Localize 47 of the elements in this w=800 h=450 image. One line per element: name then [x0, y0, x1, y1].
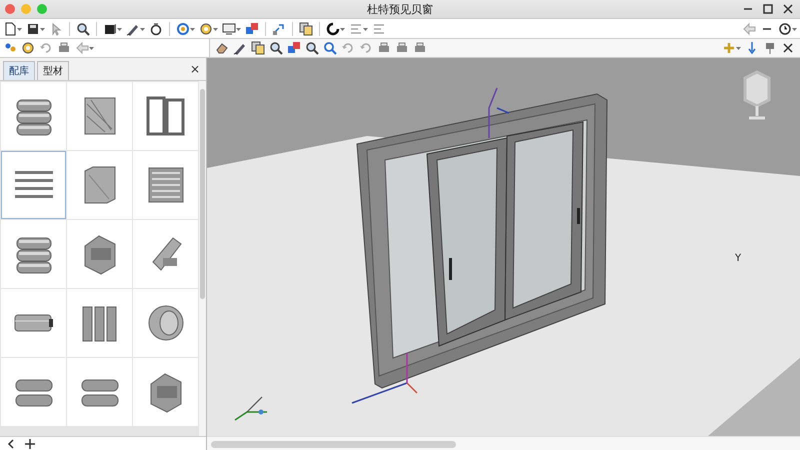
- axis-label: Y: [735, 253, 742, 264]
- library-item[interactable]: [1, 358, 66, 426]
- save-icon[interactable]: [25, 22, 46, 36]
- panel-tab[interactable]: 配库: [3, 61, 35, 80]
- library-item[interactable]: [67, 82, 132, 150]
- scrollbar[interactable]: [199, 81, 206, 436]
- close-button[interactable]: [5, 4, 15, 14]
- add-icon[interactable]: [22, 437, 38, 450]
- zoom-fit-icon[interactable]: [304, 41, 320, 55]
- tiles-icon[interactable]: [286, 41, 302, 55]
- zoom-icon[interactable]: [268, 41, 284, 55]
- transform-icon[interactable]: [271, 22, 287, 36]
- window-title: 杜特预见贝窗: [367, 2, 433, 16]
- rotate-icon[interactable]: [325, 22, 346, 36]
- library-item[interactable]: [133, 358, 198, 426]
- library-item[interactable]: [1, 220, 66, 288]
- library-item[interactable]: [67, 151, 132, 219]
- gear-icon[interactable]: [198, 22, 219, 36]
- library-item[interactable]: [133, 220, 198, 288]
- library-item[interactable]: [1, 151, 66, 219]
- print-icon[interactable]: [56, 41, 72, 55]
- library-item[interactable]: [1, 82, 66, 150]
- lines-icon[interactable]: [348, 22, 369, 36]
- library-item[interactable]: [67, 289, 132, 357]
- library-item[interactable]: [67, 220, 132, 288]
- clock-icon[interactable]: [777, 22, 798, 36]
- eraser-icon[interactable]: [214, 41, 230, 55]
- copy-icon[interactable]: [298, 22, 314, 36]
- library-item[interactable]: [133, 151, 198, 219]
- library-item[interactable]: [1, 289, 66, 357]
- search-icon[interactable]: [322, 41, 338, 55]
- library-item[interactable]: [133, 289, 198, 357]
- close-button[interactable]: ×: [184, 62, 206, 80]
- cube-icon[interactable]: [102, 22, 123, 36]
- cycle-icon[interactable]: [175, 22, 196, 36]
- magnifier-icon[interactable]: [75, 22, 91, 36]
- view-cube-icon: [744, 70, 770, 120]
- panel-tab[interactable]: 型材: [37, 61, 69, 80]
- ring-icon[interactable]: [148, 22, 164, 36]
- library-item[interactable]: [133, 82, 198, 150]
- pen-icon[interactable]: [232, 41, 248, 55]
- library-item[interactable]: [67, 358, 132, 426]
- tiles-icon[interactable]: [244, 22, 260, 36]
- monitor-icon[interactable]: [221, 22, 242, 36]
- axis-triad-icon: [234, 396, 267, 421]
- scrollbar[interactable]: [207, 436, 800, 450]
- edit-icon[interactable]: [250, 41, 266, 55]
